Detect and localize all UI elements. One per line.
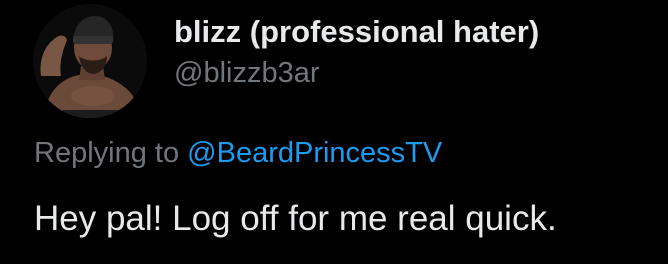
replying-to-line: Replying to @BeardPrincessTV <box>34 134 442 172</box>
author-info: blizz (professional hater) @blizzb3ar <box>174 13 654 91</box>
replying-to-mention-link[interactable]: @BeardPrincessTV <box>187 137 442 169</box>
tweet-body-text: Hey pal! Log off for me real quick. <box>34 199 557 238</box>
profile-photo-icon <box>33 4 147 118</box>
author-handle[interactable]: @blizzb3ar <box>174 55 654 91</box>
replying-to-label: Replying to <box>34 137 188 169</box>
tweet-card: blizz (professional hater) @blizzb3ar Re… <box>0 0 668 264</box>
author-display-name[interactable]: blizz (professional hater) <box>174 13 654 51</box>
author-avatar[interactable] <box>33 4 147 118</box>
